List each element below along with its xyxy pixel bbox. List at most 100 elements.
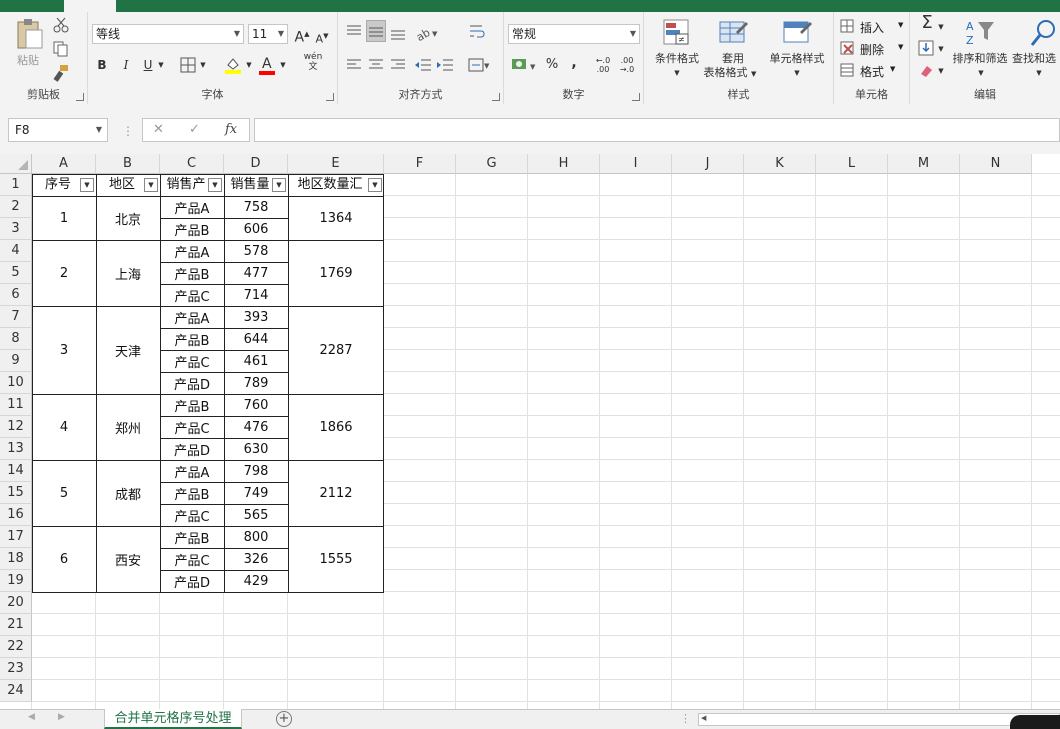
seq-cell[interactable]: 6 [32, 526, 96, 592]
column-header-H[interactable]: H [528, 154, 600, 174]
alignment-launcher-icon[interactable] [492, 93, 500, 101]
confirm-entry-icon[interactable]: ✓ [189, 122, 200, 137]
insert-button[interactable]: 插入 ▼ [840, 18, 910, 36]
column-header-N[interactable]: N [960, 154, 1032, 174]
row-header-21[interactable]: 21 [0, 614, 32, 636]
row-header-24[interactable]: 24 [0, 680, 32, 702]
align-center-icon[interactable] [368, 58, 384, 72]
product-cell[interactable]: 产品B [160, 482, 224, 504]
align-bottom-icon[interactable] [390, 26, 406, 40]
quantity-cell[interactable]: 758 [224, 196, 288, 218]
row-header-7[interactable]: 7 [0, 306, 32, 328]
conditional-dropdown-icon[interactable]: ▼ [672, 64, 682, 82]
column-header-B[interactable]: B [96, 154, 160, 174]
filter-dropdown-icon[interactable]: ▼ [368, 178, 382, 192]
accounting-format-icon[interactable]: ▼ [510, 56, 540, 74]
total-cell[interactable]: 1364 [288, 196, 384, 240]
product-cell[interactable]: 产品D [160, 438, 224, 460]
find-select-icon[interactable] [1028, 18, 1058, 48]
product-cell[interactable]: 产品A [160, 240, 224, 262]
row-header-18[interactable]: 18 [0, 548, 32, 570]
total-cell[interactable]: 2112 [288, 460, 384, 526]
format-painter-icon[interactable] [52, 64, 70, 82]
paste-label[interactable]: 粘贴 [8, 54, 48, 68]
region-cell[interactable]: 郑州 [96, 394, 160, 460]
format-button[interactable]: 格式 ▼ [840, 62, 910, 80]
seq-cell[interactable]: 4 [32, 394, 96, 460]
row-header-4[interactable]: 4 [0, 240, 32, 262]
formula-input[interactable] [254, 118, 1060, 142]
quantity-cell[interactable]: 326 [224, 548, 288, 570]
column-header-G[interactable]: G [456, 154, 528, 174]
column-header-D[interactable]: D [224, 154, 288, 174]
product-cell[interactable]: 产品C [160, 284, 224, 306]
product-cell[interactable]: 产品C [160, 416, 224, 438]
font-color-icon[interactable]: A [258, 54, 276, 76]
find-select-dropdown-icon[interactable]: ▼ [1034, 64, 1044, 82]
column-header-A[interactable]: A [32, 154, 96, 174]
row-header-6[interactable]: 6 [0, 284, 32, 306]
quantity-cell[interactable]: 800 [224, 526, 288, 548]
row-header-12[interactable]: 12 [0, 416, 32, 438]
column-header-C[interactable]: C [160, 154, 224, 174]
row-header-3[interactable]: 3 [0, 218, 32, 240]
product-cell[interactable]: 产品A [160, 306, 224, 328]
next-sheet-icon[interactable]: ▶ [58, 712, 65, 722]
filter-dropdown-icon[interactable]: ▼ [80, 178, 94, 192]
region-cell[interactable]: 西安 [96, 526, 160, 592]
font-name-select[interactable]: 等线 ▼ [92, 24, 244, 44]
row-header-8[interactable]: 8 [0, 328, 32, 350]
quantity-cell[interactable]: 461 [224, 350, 288, 372]
product-cell[interactable]: 产品D [160, 570, 224, 592]
product-cell[interactable]: 产品B [160, 328, 224, 350]
conditional-formatting-icon[interactable]: ≠ [662, 18, 692, 48]
quantity-cell[interactable]: 789 [224, 372, 288, 394]
row-header-15[interactable]: 15 [0, 482, 32, 504]
tab-home[interactable] [64, 0, 116, 12]
align-top-icon[interactable] [346, 24, 362, 38]
quantity-cell[interactable]: 429 [224, 570, 288, 592]
italic-button[interactable]: I [118, 56, 134, 74]
row-header-10[interactable]: 10 [0, 372, 32, 394]
percent-style-button[interactable]: % [544, 56, 560, 74]
decrease-font-icon[interactable]: A▼ [314, 27, 330, 49]
product-cell[interactable]: 产品A [160, 460, 224, 482]
product-cell[interactable]: 产品B [160, 526, 224, 548]
cancel-entry-icon[interactable]: ✕ [153, 122, 164, 137]
cell-styles-icon[interactable] [782, 18, 812, 48]
row-header-9[interactable]: 9 [0, 350, 32, 372]
total-cell[interactable]: 1866 [288, 394, 384, 460]
column-header-F[interactable]: F [384, 154, 456, 174]
product-cell[interactable]: 产品B [160, 218, 224, 240]
bold-button[interactable]: B [94, 56, 110, 74]
copy-icon[interactable] [52, 40, 70, 58]
quantity-cell[interactable]: 630 [224, 438, 288, 460]
total-cell[interactable]: 2287 [288, 306, 384, 394]
increase-font-icon[interactable]: A▲ [294, 25, 310, 47]
merge-center-icon[interactable]: ▼ [468, 56, 490, 74]
product-cell[interactable]: 产品B [160, 394, 224, 416]
row-header-22[interactable]: 22 [0, 636, 32, 658]
column-header-E[interactable]: E [288, 154, 384, 174]
font-launcher-icon[interactable] [326, 93, 334, 101]
region-cell[interactable]: 成都 [96, 460, 160, 526]
quantity-cell[interactable]: 393 [224, 306, 288, 328]
quantity-cell[interactable]: 760 [224, 394, 288, 416]
orientation-icon[interactable]: ab ▼ [414, 24, 440, 44]
row-header-16[interactable]: 16 [0, 504, 32, 526]
column-header-J[interactable]: J [672, 154, 744, 174]
row-header-19[interactable]: 19 [0, 570, 32, 592]
increase-decimal-button[interactable]: ←.0.00 [592, 56, 614, 74]
fill-icon[interactable] [918, 40, 934, 56]
align-left-icon[interactable] [346, 58, 362, 72]
product-cell[interactable]: 产品B [160, 262, 224, 284]
region-cell[interactable]: 北京 [96, 196, 160, 240]
clipboard-launcher-icon[interactable] [76, 93, 84, 101]
quantity-cell[interactable]: 477 [224, 262, 288, 284]
row-header-5[interactable]: 5 [0, 262, 32, 284]
seq-cell[interactable]: 2 [32, 240, 96, 306]
sort-filter-dropdown-icon[interactable]: ▼ [976, 64, 986, 82]
format-as-table-icon[interactable] [718, 18, 748, 48]
clear-icon[interactable] [918, 64, 934, 78]
filter-dropdown-icon[interactable]: ▼ [208, 178, 222, 192]
